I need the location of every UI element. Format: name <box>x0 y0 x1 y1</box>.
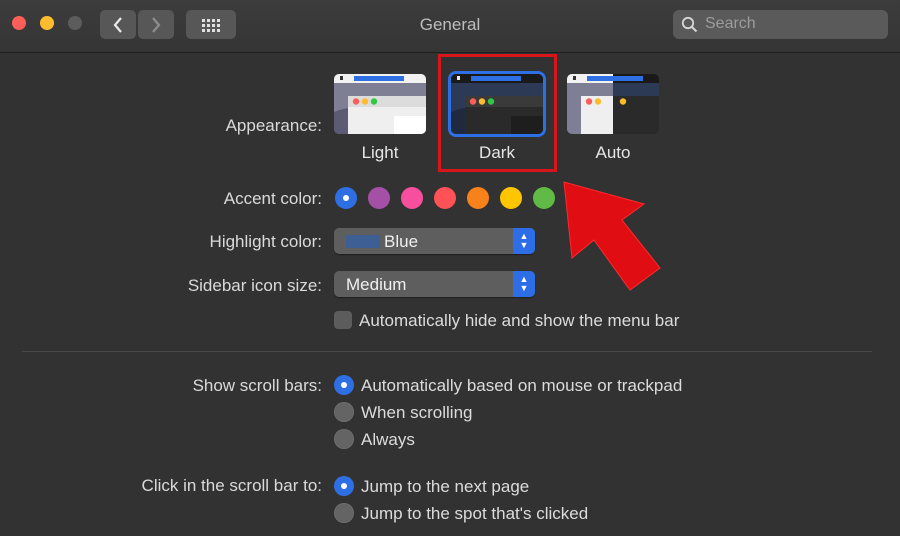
click-spot-radio[interactable] <box>334 503 354 523</box>
menubar-autohide-label: Automatically hide and show the menu bar <box>359 311 680 330</box>
scrollbars-always-radio[interactable] <box>334 429 354 449</box>
click-scroll-bar-label: Click in the scroll bar to: <box>141 476 322 495</box>
highlight-color-value: Blue <box>384 232 419 251</box>
highlight-color-label: Highlight color: <box>209 232 322 251</box>
scrollbars-when-scrolling-radio[interactable] <box>334 402 354 422</box>
sidebar-icon-size-popup[interactable]: Medium ▲ ▼ <box>334 271 535 297</box>
scrollbars-auto-label: Automatically based on mouse or trackpad <box>361 376 683 395</box>
appearance-label: Appearance: <box>225 116 322 135</box>
scrollbars-always-label: Always <box>361 430 415 449</box>
appearance-light-label: Light <box>361 143 399 162</box>
appearance-auto-label: Auto <box>595 143 631 162</box>
scrollbars-when-scrolling-label: When scrolling <box>361 403 473 422</box>
section-divider <box>22 351 872 352</box>
sidebar-icon-size-value: Medium <box>346 275 407 294</box>
click-next-page-label: Jump to the next page <box>361 477 530 496</box>
appearance-light-thumbnail[interactable] <box>334 74 426 134</box>
sidebar-icon-size-label: Sidebar icon size: <box>187 276 322 295</box>
accent-color-swatch[interactable] <box>533 187 555 209</box>
accent-color-swatch[interactable] <box>401 187 423 209</box>
click-next-page-radio[interactable] <box>334 476 354 496</box>
accent-color-swatch[interactable] <box>434 187 456 209</box>
search-input[interactable]: Search <box>705 15 756 33</box>
search-icon <box>681 16 698 33</box>
annotation-highlight-box <box>438 54 557 172</box>
light-mode-preview-icon <box>334 74 426 134</box>
title-bar: General Search <box>0 0 900 53</box>
selected-indicator <box>343 195 349 201</box>
accent-color-swatch[interactable] <box>467 187 489 209</box>
accent-color-label: Accent color: <box>223 189 322 208</box>
menubar-autohide-checkbox[interactable] <box>334 311 352 329</box>
accent-color-swatch[interactable] <box>335 187 357 209</box>
show-scroll-bars-label: Show scroll bars: <box>192 376 322 395</box>
annotation-arrow-icon <box>563 181 661 291</box>
search-field[interactable]: Search <box>673 10 888 39</box>
click-spot-label: Jump to the spot that's clicked <box>361 504 589 523</box>
highlight-color-swatch <box>346 235 380 248</box>
accent-color-swatch[interactable] <box>500 187 522 209</box>
appearance-auto-thumbnail[interactable] <box>567 74 659 134</box>
scrollbars-auto-radio[interactable] <box>334 375 354 395</box>
updown-chevron-icon: ▲ ▼ <box>513 228 535 254</box>
accent-color-swatch[interactable] <box>368 187 390 209</box>
highlight-color-popup[interactable]: Blue ▲ ▼ <box>334 228 535 254</box>
updown-chevron-icon: ▲ ▼ <box>513 271 535 297</box>
auto-mode-preview-icon <box>567 74 659 134</box>
